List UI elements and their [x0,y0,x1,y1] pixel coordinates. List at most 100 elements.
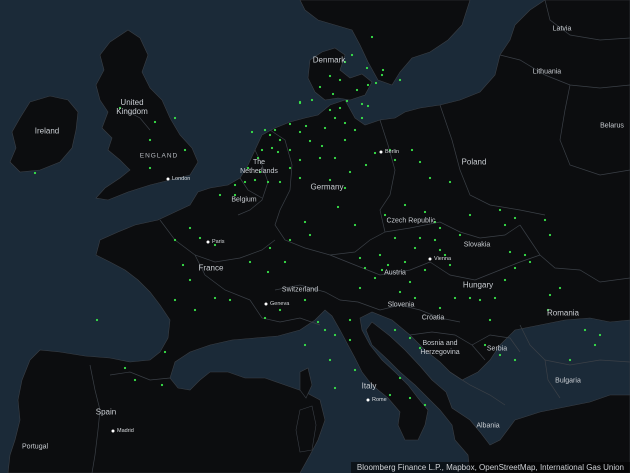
gas-site-marker[interactable] [328,178,332,182]
gas-site-marker[interactable] [318,156,322,160]
gas-site-marker[interactable] [283,260,287,264]
gas-site-marker[interactable] [393,158,397,162]
gas-site-marker[interactable] [366,83,370,87]
map-attribution[interactable]: Bloomberg Finance L.P., Mapbox, OpenStre… [350,462,630,473]
gas-site-marker[interactable] [328,108,332,112]
gas-site-marker[interactable] [410,148,414,152]
gas-site-marker[interactable] [358,286,362,290]
gas-site-marker[interactable] [181,263,185,267]
gas-site-marker[interactable] [123,366,127,370]
gas-site-marker[interactable] [343,138,347,142]
gas-site-marker[interactable] [498,353,502,357]
gas-site-marker[interactable] [398,78,402,82]
gas-site-marker[interactable] [408,396,412,400]
gas-site-marker[interactable] [543,218,547,222]
gas-site-marker[interactable] [548,293,552,297]
gas-site-marker[interactable] [228,298,232,302]
gas-site-marker[interactable] [398,290,402,294]
gas-site-marker[interactable] [278,308,282,312]
gas-site-marker[interactable] [304,124,308,128]
gas-site-marker[interactable] [338,78,342,82]
gas-site-marker[interactable] [268,246,272,250]
gas-site-marker[interactable] [583,328,587,332]
gas-site-marker[interactable] [483,343,487,347]
gas-site-marker[interactable] [388,393,392,397]
gas-site-marker[interactable] [333,386,337,390]
gas-site-marker[interactable] [360,102,364,106]
gas-site-marker[interactable] [298,130,302,134]
gas-site-marker[interactable] [308,233,312,237]
gas-site-marker[interactable] [365,66,369,70]
gas-site-marker[interactable] [263,128,267,132]
gas-site-marker[interactable] [298,100,302,104]
gas-site-marker[interactable] [363,266,367,270]
gas-site-marker[interactable] [380,73,384,77]
gas-site-marker[interactable] [308,139,312,143]
gas-site-marker[interactable] [408,280,412,284]
gas-site-marker[interactable] [343,186,347,190]
gas-site-marker[interactable] [320,144,324,148]
gas-site-marker[interactable] [381,68,385,72]
gas-site-marker[interactable] [558,286,562,290]
gas-site-marker[interactable] [288,238,292,242]
gas-site-marker[interactable] [173,116,177,120]
gas-site-marker[interactable] [418,160,422,164]
gas-site-marker[interactable] [403,260,407,264]
gas-site-marker[interactable] [331,92,335,96]
gas-site-marker[interactable] [323,126,327,130]
gas-site-marker[interactable] [278,138,282,142]
gas-site-marker[interactable] [493,296,497,300]
gas-site-marker[interactable] [323,328,327,332]
gas-site-marker[interactable] [316,320,320,324]
gas-site-marker[interactable] [303,298,307,302]
gas-site-marker[interactable] [253,178,257,182]
gas-site-marker[interactable] [188,226,192,230]
gas-site-marker[interactable] [413,246,417,250]
gas-site-marker[interactable] [360,116,364,120]
gas-site-marker[interactable] [188,278,192,282]
gas-site-marker[interactable] [468,296,472,300]
gas-site-marker[interactable] [353,128,357,132]
gas-site-marker[interactable] [478,298,482,302]
gas-site-marker[interactable] [513,216,517,220]
gas-site-marker[interactable] [355,88,359,92]
gas-site-marker[interactable] [458,233,462,237]
gas-site-marker[interactable] [303,343,307,347]
gas-site-marker[interactable] [548,233,552,237]
gas-site-marker[interactable] [364,163,368,167]
gas-site-marker[interactable] [248,260,252,264]
gas-site-marker[interactable] [278,180,282,184]
gas-site-marker[interactable] [198,236,202,240]
gas-site-marker[interactable] [358,256,362,260]
gas-site-marker[interactable] [513,266,517,270]
gas-site-marker[interactable] [513,358,517,362]
gas-site-marker[interactable] [218,193,222,197]
gas-site-marker[interactable] [386,263,390,267]
gas-site-marker[interactable] [598,333,602,337]
gas-site-marker[interactable] [95,318,99,322]
gas-site-marker[interactable] [398,376,402,380]
gas-site-marker[interactable] [438,306,442,310]
gas-site-marker[interactable] [348,170,352,174]
gas-site-marker[interactable] [366,104,370,108]
gas-site-marker[interactable] [298,176,302,180]
gas-site-marker[interactable] [508,250,512,254]
gas-site-marker[interactable] [148,138,152,142]
gas-site-marker[interactable] [408,336,412,340]
gas-site-marker[interactable] [523,253,527,257]
gas-site-marker[interactable] [288,166,292,170]
gas-site-marker[interactable] [333,116,337,120]
gas-site-marker[interactable] [413,296,417,300]
gas-site-marker[interactable] [160,383,164,387]
gas-site-marker[interactable] [468,213,472,217]
gas-site-marker[interactable] [328,74,332,78]
gas-site-marker[interactable] [173,238,177,242]
gas-site-marker[interactable] [173,298,177,302]
gas-site-marker[interactable] [348,338,352,342]
gas-site-marker[interactable] [448,180,452,184]
gas-site-marker[interactable] [266,180,270,184]
gas-site-marker[interactable] [288,122,292,126]
gas-site-marker[interactable] [403,203,407,207]
gas-site-marker[interactable] [568,358,572,362]
gas-site-marker[interactable] [498,208,502,212]
